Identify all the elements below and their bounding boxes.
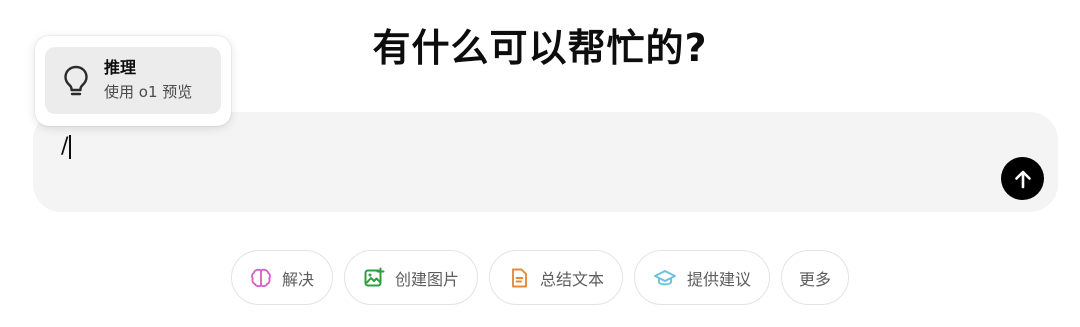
popup-item-subtitle: 使用 o1 预览 xyxy=(104,83,193,101)
message-input-text: / xyxy=(61,134,69,159)
chip-solve[interactable]: 解决 xyxy=(230,250,333,305)
chip-summarize-text[interactable]: 总结文本 xyxy=(488,250,623,305)
suggestion-chips: 解决 创建图片 总结文本 提供建议 更多 xyxy=(0,250,1080,305)
message-input[interactable]: / xyxy=(61,134,72,160)
chip-label: 创建图片 xyxy=(394,269,459,289)
arrow-up-icon xyxy=(1014,170,1031,188)
brain-icon xyxy=(251,268,271,287)
chip-give-advice[interactable]: 提供建议 xyxy=(634,250,771,305)
chip-label: 更多 xyxy=(799,269,832,289)
send-button[interactable] xyxy=(1001,157,1044,200)
lightbulb-icon xyxy=(64,65,88,96)
popup-item-reasoning[interactable]: 推理 使用 o1 预览 xyxy=(45,47,221,114)
command-popup: 推理 使用 o1 预览 xyxy=(35,36,231,126)
chip-label: 解决 xyxy=(281,269,314,289)
chip-label: 提供建议 xyxy=(687,269,752,289)
chip-label: 总结文本 xyxy=(539,269,604,289)
chip-create-image[interactable]: 创建图片 xyxy=(343,250,478,305)
popup-item-title: 推理 xyxy=(104,58,137,77)
graduation-cap-icon xyxy=(654,269,676,285)
chat-page: 有什么可以帮忙的? / 推理 使用 o1 预览 解决 创建图片 总结文本 提供建… xyxy=(0,0,1080,327)
image-create-icon xyxy=(364,267,385,286)
chip-more[interactable]: 更多 xyxy=(781,250,850,305)
document-icon xyxy=(512,268,527,287)
message-composer[interactable]: / xyxy=(33,112,1058,212)
text-caret xyxy=(69,135,72,159)
